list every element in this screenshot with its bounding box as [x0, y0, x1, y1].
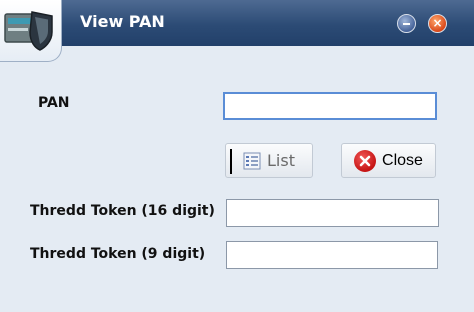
card-shield-icon — [4, 11, 53, 51]
token9-label: Thredd Token (9 digit) — [30, 246, 206, 262]
window-title: View PAN — [80, 12, 165, 31]
list-button-label: List — [267, 151, 295, 170]
app-icon-container — [0, 0, 62, 62]
pan-label: PAN — [38, 95, 70, 111]
list-button[interactable]: List — [225, 143, 313, 178]
close-icon[interactable]: × — [428, 14, 447, 33]
list-icon — [243, 152, 261, 169]
pan-input[interactable] — [223, 92, 437, 120]
token16-label: Thredd Token (16 digit) — [30, 203, 215, 219]
token9-input[interactable] — [226, 241, 438, 269]
title-bar: View PAN × — [0, 0, 474, 46]
focus-bar — [230, 149, 232, 174]
close-button-label: Close — [382, 151, 423, 169]
minimize-icon[interactable] — [397, 14, 416, 33]
close-button[interactable]: Close — [341, 143, 436, 178]
close-circle-icon — [354, 149, 377, 172]
token16-input[interactable] — [226, 199, 439, 227]
